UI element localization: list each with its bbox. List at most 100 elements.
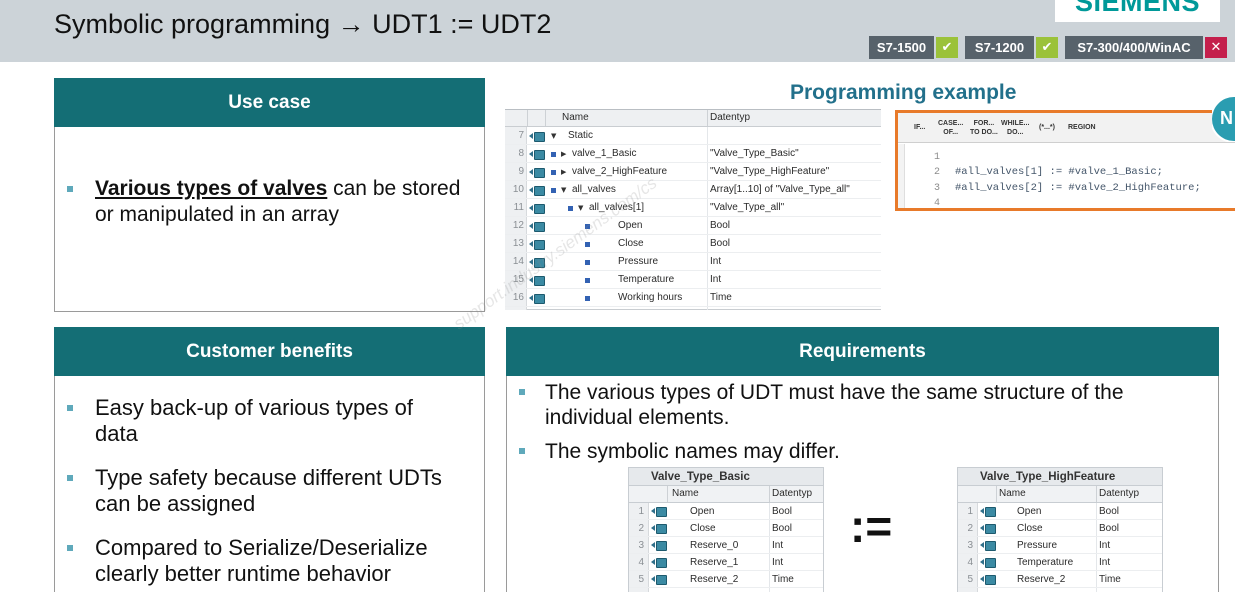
column-header-datatype[interactable]: Datentyp — [710, 110, 750, 126]
code-line[interactable]: 2 #all_valves[1] := #valve_1_Basic; — [898, 165, 1235, 180]
line-number: 4 — [933, 198, 940, 209]
interface-icon — [980, 558, 996, 568]
code-line[interactable]: 4 — [898, 196, 1235, 209]
udt-table-row[interactable]: 2 Close Bool — [958, 520, 1162, 537]
udt-table-row[interactable]: 1 Open Bool — [629, 503, 823, 520]
member-name: Reserve_1 — [690, 557, 739, 568]
member-datatype: Bool — [1099, 523, 1120, 534]
column-header-datatype[interactable]: Datentyp — [1099, 486, 1139, 502]
column-header-name[interactable]: Name — [562, 110, 589, 126]
member-name: Reserve_0 — [690, 540, 739, 551]
toolbar-for-button[interactable]: FOR... TO DO... — [970, 119, 998, 137]
interface-icon — [529, 294, 545, 304]
code-text: #all_valves[2] := #valve_2_HighFeature; — [955, 182, 1201, 194]
tia-table-row[interactable]: 12 Open Bool — [505, 217, 881, 235]
code-text: #all_valves[1] := #valve_1_Basic; — [955, 166, 1163, 178]
benefit-item: Easy back-up of various types of data — [95, 395, 413, 446]
column-divider — [769, 486, 770, 502]
check-icon: ✔ — [936, 37, 958, 58]
udt-table-basic: Valve_Type_Basic Name Datentyp 1 Open Bool 2 Cl… — [628, 467, 824, 592]
interface-icon — [529, 132, 545, 142]
member-marker-icon — [551, 188, 556, 193]
toolbar-comment-button[interactable]: (*...*) — [1039, 123, 1055, 132]
tia-table-row[interactable]: 8 ▶ valve_1_Basic "Valve_Type_Basic" — [505, 145, 881, 163]
udt-table-highfeature: Valve_Type_HighFeature Name Datentyp 1 Open B… — [957, 467, 1163, 592]
udt-table-row[interactable]: 4 Reserve_1 Int — [629, 554, 823, 571]
new-badge-text: N — [1220, 108, 1233, 128]
use-case-bullet: Various types of valves can be stored or… — [95, 176, 470, 228]
interface-icon — [529, 222, 545, 232]
collapsed-arrow-icon[interactable]: ▶ — [561, 163, 566, 181]
tia-table-row[interactable]: 16 Working hours Time — [505, 289, 881, 307]
toolbar-while-button[interactable]: WHILE... DO... — [1001, 119, 1029, 137]
collapsed-arrow-icon[interactable]: ▶ — [561, 145, 566, 163]
interface-icon — [651, 507, 667, 517]
member-datatype: Time — [772, 574, 794, 585]
member-name: Working hours — [618, 292, 683, 303]
tia-table-row[interactable]: 15 Temperature Int — [505, 271, 881, 289]
column-header-name[interactable]: Name — [672, 486, 699, 502]
member-datatype: Int — [1099, 557, 1111, 568]
toolbar-label: CASE... — [938, 120, 964, 127]
expanded-arrow-icon[interactable]: ▼ — [561, 181, 566, 199]
column-divider — [996, 486, 997, 502]
interface-icon — [529, 240, 545, 250]
member-datatype: Bool — [710, 220, 731, 231]
row-number: 4 — [638, 557, 644, 568]
toolbar-label: OF... — [943, 129, 959, 136]
member-datatype: Int — [772, 557, 784, 568]
member-datatype: Array[1..10] of "Valve_Type_all" — [710, 184, 850, 195]
udt-table-row[interactable]: 5 Reserve_2 Time — [958, 571, 1162, 588]
row-number: 7 — [518, 130, 524, 141]
line-number: 3 — [933, 183, 940, 194]
row-number: 2 — [638, 523, 644, 534]
column-divider — [1096, 486, 1097, 502]
member-marker-icon — [551, 152, 556, 157]
udt-table-row[interactable]: 3 Reserve_0 Int — [629, 537, 823, 554]
badge-s7-1500: S7-1500 — [869, 36, 934, 59]
line-number: 2 — [933, 167, 940, 178]
udt-table-row[interactable]: 5 Reserve_2 Time — [629, 571, 823, 588]
toolbar-label: REGION — [1068, 124, 1096, 131]
use-case-bullet-emphasis: Various types of valves — [95, 177, 328, 200]
scl-code-editor[interactable]: IF... CASE... OF... FOR... TO DO... WHILE.… — [895, 110, 1235, 211]
udt-table-row[interactable]: 2 Close Bool — [629, 520, 823, 537]
interface-icon — [651, 558, 667, 568]
slide-title: Symbolic programming → UDT1 := UDT2 — [54, 9, 552, 39]
udt-table-row[interactable]: 1 Open Bool — [958, 503, 1162, 520]
toolbar-if-button[interactable]: IF... — [914, 123, 925, 132]
member-name: Temperature — [618, 274, 675, 285]
tia-table-row[interactable]: 10 ▼ all_valves Array[1..10] of "Valve_Type… — [505, 181, 881, 199]
toolbar-region-button[interactable]: REGION — [1068, 123, 1096, 132]
interface-icon — [980, 524, 996, 534]
udt-table-title: Valve_Type_HighFeature — [980, 471, 1116, 483]
tia-table-header: Name Datentyp — [505, 110, 881, 127]
badge-s7-1200: S7-1200 — [965, 36, 1034, 59]
row-number: 5 — [967, 574, 973, 585]
column-header-datatype[interactable]: Datentyp — [772, 486, 812, 502]
member-datatype: Bool — [772, 523, 793, 534]
udt-table-row[interactable]: 3 Pressure Int — [958, 537, 1162, 554]
column-header-name[interactable]: Name — [999, 486, 1026, 502]
code-line[interactable]: 1 — [898, 150, 1235, 165]
tia-table-row[interactable]: 9 ▶ valve_2_HighFeature "Valve_Type_HighFea… — [505, 163, 881, 181]
toolbar-label: TO DO... — [970, 129, 998, 136]
member-marker-icon — [551, 170, 556, 175]
check-icon: ✔ — [1036, 37, 1058, 58]
member-marker-icon — [585, 278, 590, 283]
toolbar-case-button[interactable]: CASE... OF... — [938, 119, 963, 137]
expanded-arrow-icon[interactable]: ▼ — [578, 199, 583, 217]
tia-table-row[interactable]: 11 ▼ all_valves[1] "Valve_Type_all" — [505, 199, 881, 217]
programming-example-title: Programming example — [790, 81, 1017, 104]
toolbar-label: DO... — [1007, 129, 1024, 136]
interface-icon — [980, 575, 996, 585]
udt-table-row[interactable]: 4 Temperature Int — [958, 554, 1162, 571]
tia-table-row[interactable]: 7 ▼ Static — [505, 127, 881, 145]
row-number: 11 — [513, 202, 524, 213]
expanded-arrow-icon[interactable]: ▼ — [551, 127, 556, 145]
member-name: Close — [1017, 523, 1043, 534]
close-icon: ✕ — [1205, 37, 1227, 58]
member-name: Pressure — [1017, 540, 1058, 551]
code-line[interactable]: 3 #all_valves[2] := #valve_2_HighFeature; — [898, 181, 1235, 196]
member-name: Pressure — [618, 256, 659, 267]
